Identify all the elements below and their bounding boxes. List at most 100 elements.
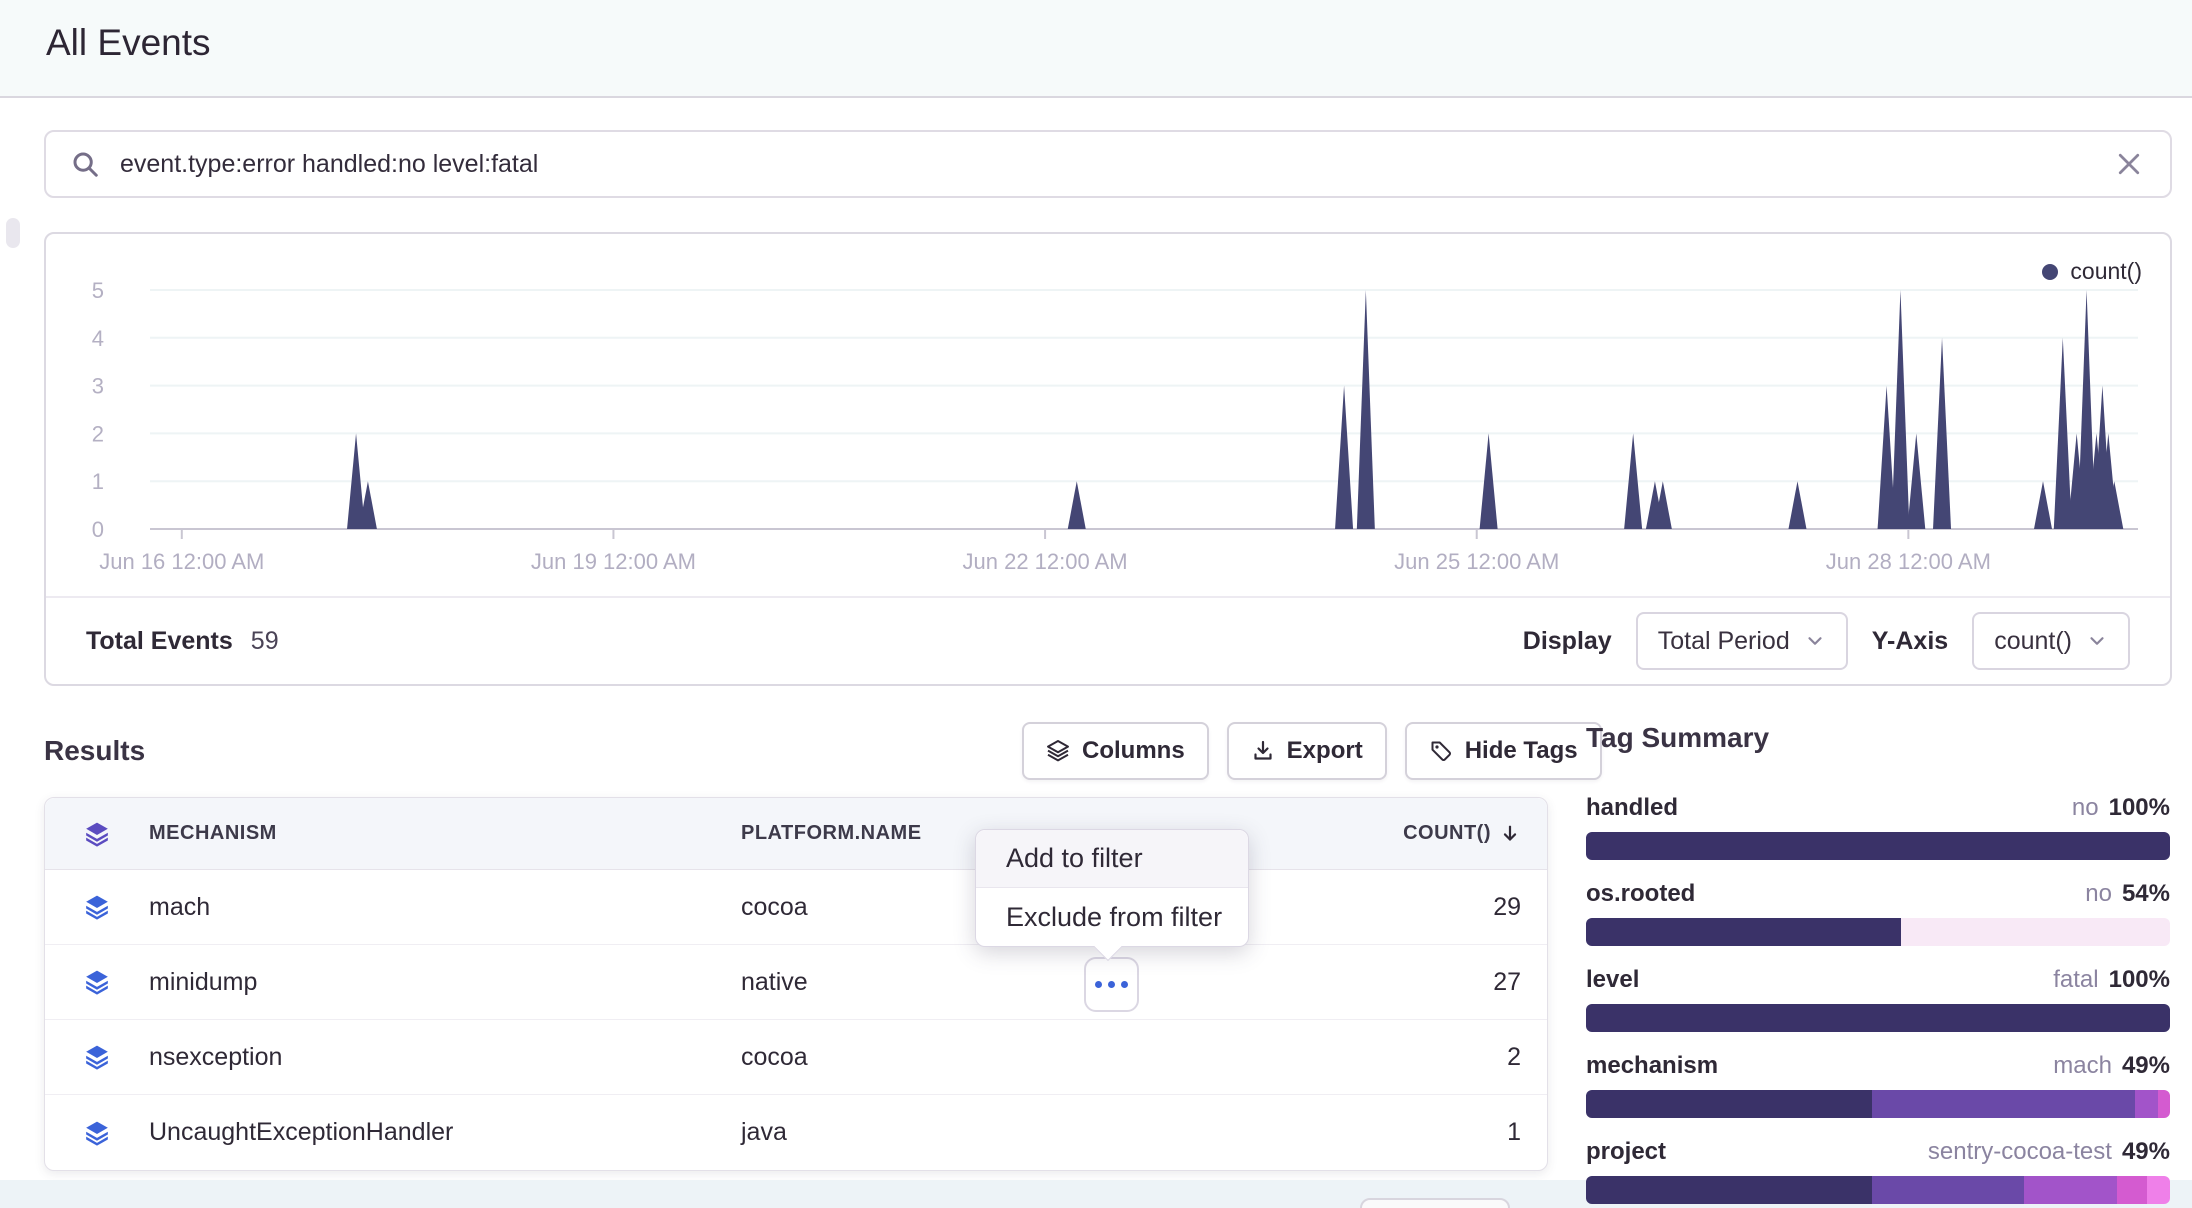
tag-distribution-bar[interactable] [1586, 1004, 2170, 1032]
tag-bar-segment[interactable] [2024, 1176, 2117, 1204]
column-header-count[interactable]: COUNT() [1357, 822, 1547, 845]
tag-distribution-bar[interactable] [1586, 832, 2170, 860]
yaxis-select[interactable]: count() [1972, 612, 2130, 670]
cell-platform[interactable]: native [741, 968, 1357, 997]
tag-summary: Tag Summary handled no100% os.rooted no 54% l… [1586, 722, 2170, 1208]
tag-bar-segment[interactable] [1586, 1004, 2170, 1032]
tag-top-value: fatal100% [2053, 966, 2170, 994]
cell-platform[interactable]: java [741, 1118, 1357, 1147]
header-stack-icon[interactable] [45, 821, 149, 847]
tag-block-mechanism: mechanismmach49% [1586, 1052, 2170, 1118]
cell-count[interactable]: 27 [1357, 968, 1547, 997]
svg-text:3: 3 [92, 374, 104, 399]
ellipsis-icon [1095, 981, 1102, 988]
tag-bar-segment[interactable] [1872, 1176, 2024, 1204]
display-select[interactable]: Total Period [1636, 612, 1848, 670]
total-events-value: 59 [251, 627, 279, 656]
results-heading: Results [44, 722, 145, 780]
cell-mechanism[interactable]: nsexception [149, 1043, 741, 1072]
row-stack-icon [45, 894, 149, 920]
tag-bar-segment[interactable] [2147, 1176, 2170, 1204]
svg-text:1: 1 [92, 469, 104, 494]
table-row[interactable]: minidumpnative27 [45, 945, 1547, 1020]
page-header: All Events [0, 0, 2192, 98]
yaxis-select-value: count() [1994, 627, 2072, 656]
svg-text:0: 0 [92, 517, 104, 542]
cell-mechanism[interactable]: UncaughtExceptionHandler [149, 1118, 741, 1147]
chevron-down-icon [2086, 630, 2108, 652]
tag-distribution-bar[interactable] [1586, 1090, 2170, 1118]
tag-distribution-bar[interactable] [1586, 918, 2170, 946]
results-toolbar: Columns Export Hide Tags [1022, 722, 1602, 780]
tag-percent: 49% [2122, 1052, 2170, 1080]
tag-block-handled: handled no100% [1586, 794, 2170, 860]
tag-bar-segment[interactable] [1872, 1090, 2135, 1118]
tag-bar-segment[interactable] [2117, 1176, 2146, 1204]
search-icon [70, 149, 100, 179]
tag-summary-heading: Tag Summary [1586, 722, 2170, 754]
cell-count[interactable]: 29 [1357, 893, 1547, 922]
search-clear-button[interactable] [2110, 145, 2148, 183]
tag-block-os.rooted: os.rooted no 54% [1586, 880, 2170, 946]
export-button[interactable]: Export [1227, 722, 1387, 780]
stack-icon [84, 821, 110, 847]
search-bar[interactable] [44, 130, 2172, 198]
tag-bar-segment[interactable] [1586, 1176, 1872, 1204]
svg-text:2: 2 [92, 421, 104, 446]
tag-bar-segment[interactable] [1901, 918, 2170, 946]
table-row[interactable]: UncaughtExceptionHandlerjava1 [45, 1095, 1547, 1170]
tag-percent: 54% [2122, 880, 2170, 908]
display-select-value: Total Period [1658, 627, 1790, 656]
tag-percent: 100% [2109, 966, 2170, 994]
table-row[interactable]: nsexceptioncocoa2 [45, 1020, 1547, 1095]
chart-controls: Display Total Period Y-Axis count() [1523, 612, 2130, 670]
tag-percent: 49% [2122, 1138, 2170, 1166]
tag-bar-segment[interactable] [1586, 832, 2170, 860]
tag-bar-segment[interactable] [1586, 918, 1901, 946]
tag-list: handled no100% os.rooted no 54% levelfatal100… [1586, 794, 2170, 1204]
total-events-label: Total Events [86, 627, 233, 656]
svg-text:4: 4 [92, 326, 104, 351]
menu-item-add-to-filter[interactable]: Add to filter [976, 830, 1248, 888]
tag-value-label: no [2085, 880, 2112, 908]
tag-head: levelfatal100% [1586, 966, 2170, 994]
row-stack-icon [45, 1044, 149, 1070]
tag-head: projectsentry-cocoa-test49% [1586, 1138, 2170, 1166]
tag-bar-segment[interactable] [2158, 1090, 2170, 1118]
tag-name: handled [1586, 794, 1678, 822]
columns-button[interactable]: Columns [1022, 722, 1209, 780]
svg-text:Jun 28 12:00 AM: Jun 28 12:00 AM [1826, 549, 1991, 574]
row-actions-button[interactable] [1084, 957, 1139, 1012]
tag-top-value: no100% [2072, 794, 2170, 822]
events-chart[interactable]: 012345Jun 16 12:00 AMJun 19 12:00 AMJun … [46, 234, 2170, 596]
hide-tags-button-label: Hide Tags [1465, 737, 1578, 765]
row-stack-icon [45, 1120, 149, 1146]
tag-name: os.rooted [1586, 880, 1695, 908]
stack-icon [84, 969, 110, 995]
search-input[interactable] [118, 149, 2110, 180]
pagination-button[interactable] [1360, 1198, 1510, 1208]
export-button-label: Export [1287, 737, 1363, 765]
tag-bar-segment[interactable] [1586, 1090, 1872, 1118]
tag-head: os.rooted no 54% [1586, 880, 2170, 908]
tag-value-label: sentry-cocoa-test [1928, 1138, 2112, 1166]
cell-mechanism[interactable]: mach [149, 893, 741, 922]
cell-mechanism[interactable]: minidump [149, 968, 741, 997]
close-icon [2114, 149, 2144, 179]
cell-platform[interactable]: cocoa [741, 1043, 1357, 1072]
svg-text:Jun 25 12:00 AM: Jun 25 12:00 AM [1394, 549, 1559, 574]
sort-desc-arrow-icon [1499, 823, 1521, 845]
app-root: All Events 012345Jun 16 12:00 AMJun 19 1… [0, 0, 2192, 1208]
table-row[interactable]: machcocoa29 [45, 870, 1547, 945]
tag-bar-segment[interactable] [2135, 1090, 2158, 1118]
stack-icon [84, 894, 110, 920]
cell-count[interactable]: 1 [1357, 1118, 1547, 1147]
hide-tags-button[interactable]: Hide Tags [1405, 722, 1602, 780]
column-header-mechanism[interactable]: MECHANISM [149, 822, 741, 845]
cell-count[interactable]: 2 [1357, 1043, 1547, 1072]
chart-legend[interactable]: count() [2042, 258, 2142, 285]
columns-button-label: Columns [1082, 737, 1185, 765]
svg-text:5: 5 [92, 278, 104, 303]
legend-label: count() [2070, 258, 2142, 285]
tag-distribution-bar[interactable] [1586, 1176, 2170, 1204]
